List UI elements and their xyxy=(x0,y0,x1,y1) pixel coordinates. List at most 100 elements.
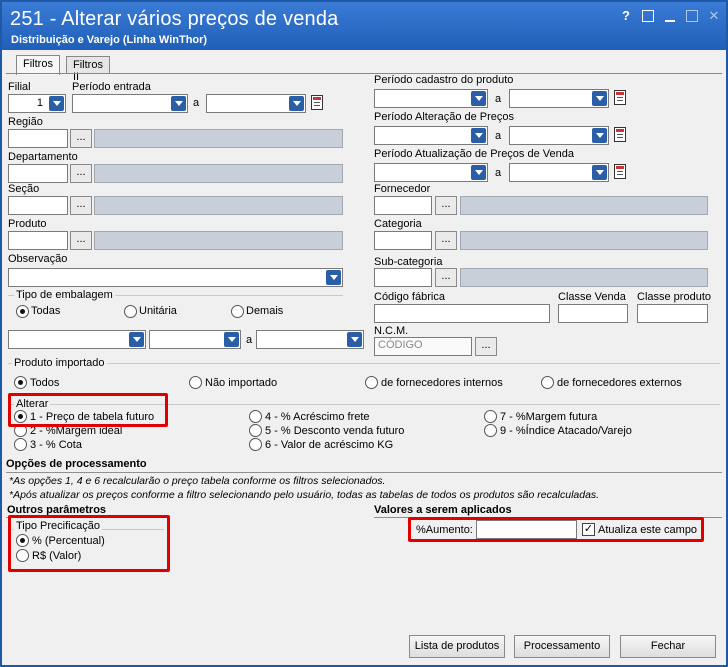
periodo-alteracao-start[interactable] xyxy=(374,126,488,145)
periodo-cadastro-label: Período cadastro do produto xyxy=(374,74,514,86)
chevron-down-icon[interactable] xyxy=(471,128,486,143)
periodo-cadastro-a-label: a xyxy=(495,93,502,105)
chevron-down-icon[interactable] xyxy=(326,270,341,285)
lista-produtos-button[interactable]: Lista de produtos xyxy=(409,635,505,658)
chevron-down-icon[interactable] xyxy=(347,332,362,347)
departamento-description-field xyxy=(94,164,343,183)
window-subtitle: Distribuição e Varejo (Linha WinThor) xyxy=(11,34,208,46)
help-icon[interactable]: ? xyxy=(618,8,634,24)
alterar-opt6-radio[interactable] xyxy=(249,438,262,451)
range-select-1[interactable] xyxy=(8,330,146,349)
importado-todos-radio[interactable] xyxy=(14,376,27,389)
periodo-atualizacao-end[interactable] xyxy=(509,163,609,182)
chevron-down-icon[interactable] xyxy=(592,128,607,143)
chevron-down-icon[interactable] xyxy=(171,96,186,111)
calendar-icon[interactable] xyxy=(309,94,326,111)
emb-unitaria-label: Unitária xyxy=(139,305,177,317)
calendar-icon[interactable] xyxy=(612,89,629,106)
classe-venda-label: Classe Venda xyxy=(558,291,626,303)
emb-todas-radio[interactable] xyxy=(16,305,29,318)
range-a-label: a xyxy=(246,334,253,346)
fornecedor-lookup-button[interactable]: ... xyxy=(435,196,457,215)
chevron-down-icon[interactable] xyxy=(592,165,607,180)
tab-panel-border xyxy=(6,73,722,74)
categoria-description-field xyxy=(460,231,708,250)
alterar-opt3-label: 3 - % Cota xyxy=(30,439,82,451)
maximize-icon[interactable] xyxy=(686,10,698,22)
periodo-alteracao-end[interactable] xyxy=(509,126,609,145)
filial-select[interactable]: 1 xyxy=(8,94,66,113)
highlight-valores xyxy=(408,517,704,542)
departamento-lookup-button[interactable]: ... xyxy=(70,164,92,183)
tab-filtros[interactable]: Filtros xyxy=(16,55,60,75)
periodo-cadastro-start[interactable] xyxy=(374,89,488,108)
close-icon[interactable]: ✕ xyxy=(706,8,722,24)
processamento-button[interactable]: Processamento xyxy=(514,635,610,658)
opcoes-note-1: *As opções 1, 4 e 6 recalcularão o preço… xyxy=(9,475,386,487)
opcoes-processamento-divider xyxy=(6,472,722,473)
ncm-lookup-button[interactable]: ... xyxy=(475,337,497,356)
categoria-label: Categoria xyxy=(374,218,422,230)
window-title: 251 - Alterar vários preços de venda xyxy=(10,8,339,30)
secao-lookup-button[interactable]: ... xyxy=(70,196,92,215)
alterar-opt4-radio[interactable] xyxy=(249,410,262,423)
window-controls: ? ✕ xyxy=(618,8,722,24)
periodo-atualizacao-a-label: a xyxy=(495,167,502,179)
fornecedor-code-input[interactable] xyxy=(374,196,432,215)
minimize-icon[interactable] xyxy=(662,8,678,24)
classe-produto-label: Classe produto xyxy=(637,291,711,303)
chevron-down-icon[interactable] xyxy=(129,332,144,347)
categoria-code-input[interactable] xyxy=(374,231,432,250)
observacao-select[interactable] xyxy=(8,268,343,287)
subcategoria-lookup-button[interactable]: ... xyxy=(435,268,457,287)
codigo-fabrica-input[interactable] xyxy=(374,304,550,323)
highlight-alterar-opt1 xyxy=(8,393,168,427)
highlight-tipo-precificacao xyxy=(8,515,170,572)
restore-icon[interactable] xyxy=(642,10,654,22)
subcategoria-code-input[interactable] xyxy=(374,268,432,287)
produto-lookup-button[interactable]: ... xyxy=(70,231,92,250)
importado-nao-radio[interactable] xyxy=(189,376,202,389)
chevron-down-icon[interactable] xyxy=(49,96,64,111)
periodo-entrada-start[interactable] xyxy=(72,94,188,113)
fornecedor-label: Fornecedor xyxy=(374,183,431,195)
calendar-icon[interactable] xyxy=(612,126,629,143)
secao-description-field xyxy=(94,196,343,215)
range-select-3[interactable] xyxy=(256,330,364,349)
tab-filtros-ii[interactable]: Filtros II xyxy=(66,56,110,83)
produto-code-input[interactable] xyxy=(8,231,68,250)
categoria-lookup-button[interactable]: ... xyxy=(435,231,457,250)
range-select-2[interactable] xyxy=(149,330,241,349)
importado-externos-label: de fornecedores externos xyxy=(557,377,682,389)
chevron-down-icon[interactable] xyxy=(471,165,486,180)
departamento-code-input[interactable] xyxy=(8,164,68,183)
alterar-opt9-radio[interactable] xyxy=(484,424,497,437)
importado-externos-radio[interactable] xyxy=(541,376,554,389)
alterar-opt5-radio[interactable] xyxy=(249,424,262,437)
periodo-atualizacao-label: Período Atualização de Preços de Venda xyxy=(374,148,574,160)
emb-unitaria-radio[interactable] xyxy=(124,305,137,318)
secao-code-input[interactable] xyxy=(8,196,68,215)
emb-demais-radio[interactable] xyxy=(231,305,244,318)
alterar-opt7-radio[interactable] xyxy=(484,410,497,423)
calendar-icon[interactable] xyxy=(612,163,629,180)
periodo-entrada-a-label: a xyxy=(193,97,200,109)
chevron-down-icon[interactable] xyxy=(592,91,607,106)
periodo-atualizacao-start[interactable] xyxy=(374,163,488,182)
regiao-code-input[interactable] xyxy=(8,129,68,148)
importado-nao-label: Não importado xyxy=(205,377,278,389)
chevron-down-icon[interactable] xyxy=(471,91,486,106)
classe-produto-input[interactable] xyxy=(637,304,708,323)
fechar-button[interactable]: Fechar xyxy=(620,635,716,658)
regiao-lookup-button[interactable]: ... xyxy=(70,129,92,148)
ncm-input[interactable]: CÓDIGO xyxy=(374,337,472,356)
filial-label: Filial xyxy=(8,81,31,93)
opcoes-processamento-title: Opções de processamento xyxy=(6,458,147,470)
periodo-cadastro-end[interactable] xyxy=(509,89,609,108)
classe-venda-input[interactable] xyxy=(558,304,628,323)
chevron-down-icon[interactable] xyxy=(224,332,239,347)
importado-internos-radio[interactable] xyxy=(365,376,378,389)
periodo-entrada-end[interactable] xyxy=(206,94,306,113)
chevron-down-icon[interactable] xyxy=(289,96,304,111)
alterar-opt3-radio[interactable] xyxy=(14,438,27,451)
